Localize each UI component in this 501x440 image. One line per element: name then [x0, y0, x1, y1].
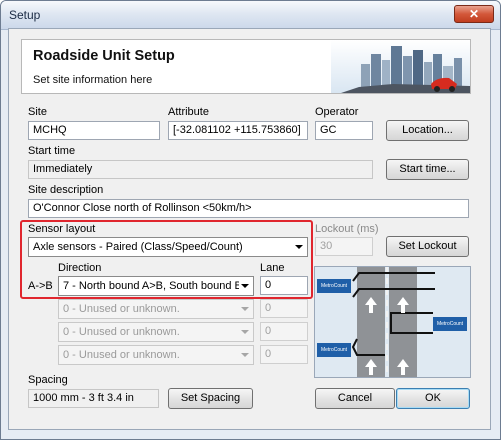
lane-field-2: 0 [260, 299, 308, 318]
start-time-button[interactable]: Start time... [386, 159, 469, 180]
close-icon: ✕ [468, 7, 480, 21]
set-lockout-button[interactable]: Set Lockout [386, 236, 469, 257]
bottom-logo-text: MetroCount [321, 347, 348, 353]
city-skyline-image [331, 40, 470, 93]
lane-field-4: 0 [260, 345, 308, 364]
set-spacing-button[interactable]: Set Spacing [168, 388, 253, 409]
attribute-field[interactable]: [-32.081102 +115.753860] [168, 121, 308, 140]
highlight-annotation [20, 220, 313, 299]
top-logo-text: MetroCount [321, 283, 348, 289]
site-field[interactable]: MCHQ [28, 121, 160, 140]
operator-label: Operator [315, 106, 359, 118]
header-title: Roadside Unit Setup [33, 48, 175, 64]
spacing-label: Spacing [28, 374, 68, 386]
site-description-field[interactable]: O'Connor Close north of Rollinson <50km/… [28, 199, 469, 218]
header-subtitle: Set site information here [33, 74, 153, 86]
site-description-label: Site description [28, 184, 104, 196]
title-bar[interactable]: Setup ✕ [1, 1, 500, 30]
lockout-label: Lockout (ms) [315, 223, 379, 235]
cancel-button[interactable]: Cancel [315, 388, 395, 409]
direction-select-3: 0 - Unused or unknown. [58, 322, 254, 342]
start-time-label: Start time [28, 145, 76, 157]
right-logo-text: MetroCount [437, 321, 464, 327]
site-label: Site [28, 106, 47, 118]
direction-2-value: 0 - Unused or unknown. [63, 303, 180, 315]
direction-select-4: 0 - Unused or unknown. [58, 345, 254, 365]
direction-4-value: 0 - Unused or unknown. [63, 349, 180, 361]
road-diagram-graphic: MetroCount MetroCount MetroCount [315, 267, 470, 377]
window-title: Setup [9, 8, 41, 22]
close-button[interactable]: ✕ [454, 5, 494, 23]
chevron-down-icon [241, 307, 249, 311]
lane-field-3: 0 [260, 322, 308, 341]
operator-field[interactable]: GC [315, 121, 373, 140]
header-panel: Roadside Unit Setup Set site information… [21, 39, 471, 94]
sensor-layout-diagram: MetroCount MetroCount MetroCount [314, 266, 471, 378]
start-time-field: Immediately [28, 160, 373, 179]
chevron-down-icon [241, 353, 249, 357]
chevron-down-icon [241, 330, 249, 334]
direction-select-2: 0 - Unused or unknown. [58, 299, 254, 319]
lockout-field: 30 [315, 237, 373, 256]
ok-button[interactable]: OK [396, 388, 470, 409]
attribute-label: Attribute [168, 106, 209, 118]
location-button[interactable]: Location... [386, 120, 469, 141]
direction-3-value: 0 - Unused or unknown. [63, 326, 180, 338]
spacing-field: 1000 mm - 3 ft 3.4 in [28, 389, 159, 408]
